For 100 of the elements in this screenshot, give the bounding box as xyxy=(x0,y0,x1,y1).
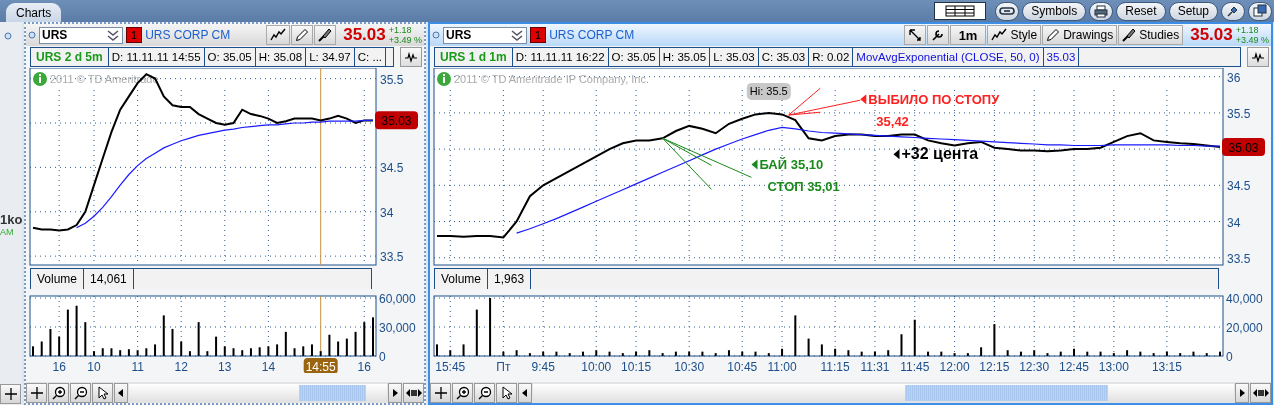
info-cell: D: 11.11.11 16:22 xyxy=(512,48,609,66)
axis-label: 0 xyxy=(1226,350,1233,364)
axis-label: 10:00 xyxy=(581,360,612,373)
axis-label: 34.5 xyxy=(380,161,404,176)
axis-label: 36 xyxy=(1227,70,1241,85)
studies-button[interactable] xyxy=(400,47,422,67)
axis-label: 20,000 xyxy=(1226,321,1263,335)
volume-label: Volume xyxy=(31,269,85,289)
axis-label: 14 xyxy=(261,360,276,373)
chart-panel[interactable] xyxy=(24,22,426,405)
drawings-button[interactable]: Drawings xyxy=(1042,25,1118,45)
axis-label: 10:45 xyxy=(727,360,758,373)
layout-button[interactable] xyxy=(934,2,987,20)
axis-label: 12:30 xyxy=(1019,360,1050,373)
scroll-right-button[interactable] xyxy=(1235,382,1249,403)
zoom-in-button[interactable] xyxy=(48,382,69,403)
charts-tab[interactable]: Charts xyxy=(6,3,62,22)
scrollbar[interactable] xyxy=(129,383,387,402)
axis-label: 12:45 xyxy=(1059,360,1090,373)
axis-label: 40,000 xyxy=(1226,292,1263,306)
window-button[interactable] xyxy=(1248,1,1272,21)
pencil-icon xyxy=(1046,28,1061,42)
dropdown-icon xyxy=(106,28,120,42)
company-name: URS CORP CM xyxy=(549,28,635,42)
scroll-left-button[interactable] xyxy=(518,382,532,403)
toolbar-button[interactable]: Setup xyxy=(1168,1,1218,21)
info-cell: H: 35.05 xyxy=(659,48,711,66)
info-cell: R: 0.02 xyxy=(809,48,854,66)
scroll-right-button[interactable] xyxy=(388,382,402,403)
printer-icon xyxy=(1094,4,1109,18)
left-arrow-icon xyxy=(522,388,528,397)
wrench-icon xyxy=(930,28,945,42)
circle-icon xyxy=(28,31,36,39)
zoom-out-button[interactable] xyxy=(70,382,91,403)
axis-label: 34 xyxy=(1227,215,1241,230)
zoom-out-icon xyxy=(73,385,88,400)
interval-button[interactable]: 1m xyxy=(949,25,987,45)
pin-button[interactable] xyxy=(1221,1,1245,21)
chart-icon xyxy=(1251,51,1265,63)
info-icon[interactable] xyxy=(33,72,47,86)
line-chart-icon xyxy=(270,28,287,42)
zoom-in-button[interactable] xyxy=(452,382,473,403)
info-cell: O: 35.05 xyxy=(204,48,256,66)
annotation-text: +32 цента xyxy=(901,145,979,163)
right-arrow-icon xyxy=(1239,388,1245,397)
drawings-button[interactable] xyxy=(291,25,314,45)
windows-icon xyxy=(1253,4,1267,18)
info-cell: H: 35.08 xyxy=(255,48,307,66)
wrench-button[interactable] xyxy=(926,25,949,45)
axis-label: 11:45 xyxy=(900,360,930,373)
axis-label: 60,000 xyxy=(379,292,416,306)
grid-icon xyxy=(945,5,976,17)
chart-icon xyxy=(404,51,418,63)
symbol-field[interactable]: URS xyxy=(39,26,123,44)
toolbar-button[interactable]: Symbols xyxy=(1022,1,1087,21)
axis-label: 30,000 xyxy=(379,321,416,335)
print-button[interactable] xyxy=(1089,1,1114,21)
fit-button[interactable] xyxy=(403,382,424,403)
pin-icon xyxy=(1226,4,1240,18)
axis-label: 16 xyxy=(357,360,371,373)
toolbar-button[interactable]: Reset xyxy=(1116,1,1166,21)
dropdown-icon xyxy=(510,28,524,42)
zoom-in-icon xyxy=(51,385,66,400)
crosshair-button[interactable] xyxy=(0,384,21,404)
axis-label: 9:45 xyxy=(531,360,555,373)
info-icon[interactable] xyxy=(437,72,451,86)
tool-icon xyxy=(907,28,922,42)
link-icon xyxy=(999,6,1016,16)
fit-button[interactable] xyxy=(1250,382,1271,403)
scrollbar-thumb[interactable] xyxy=(904,384,1108,401)
pointer-button[interactable] xyxy=(92,382,113,403)
link-button[interactable] xyxy=(995,1,1020,21)
left-arrow-icon xyxy=(118,388,124,397)
pointer-button[interactable] xyxy=(496,382,517,403)
scrollbar-thumb[interactable] xyxy=(299,384,367,401)
studies-button[interactable] xyxy=(1247,47,1269,67)
axis-label: 11 xyxy=(131,360,144,373)
scrollbar[interactable] xyxy=(533,383,1234,402)
style-button[interactable] xyxy=(266,25,291,45)
cut-off-label: AM xyxy=(0,226,15,238)
chart-title: URS 1 d 1m xyxy=(435,48,513,66)
info-cell: D: 11.11.11 14:55 xyxy=(108,48,205,66)
study-cell: 35.03 xyxy=(1043,48,1080,66)
pointer-icon xyxy=(860,94,867,105)
crosshair-button[interactable] xyxy=(26,382,47,403)
right-arrow-icon xyxy=(392,388,398,397)
studies-button[interactable]: Studies xyxy=(1118,25,1184,45)
axis-label: 13:15 xyxy=(1151,360,1182,373)
chart-panel[interactable] xyxy=(428,22,1273,405)
studies-button[interactable] xyxy=(314,25,337,45)
style-button[interactable]: Style xyxy=(987,25,1042,45)
symbol-field[interactable]: URS xyxy=(443,26,527,44)
zoom-out-button[interactable] xyxy=(474,382,495,403)
line-chart-icon xyxy=(991,28,1008,42)
axis-label: 35.5 xyxy=(1227,106,1251,121)
scroll-left-button[interactable] xyxy=(114,382,128,403)
cut-off-label: 1ko xyxy=(0,214,23,226)
crosshair-button[interactable] xyxy=(430,382,451,403)
tool-button[interactable] xyxy=(903,25,926,45)
price-change: +1.18 xyxy=(388,25,413,35)
